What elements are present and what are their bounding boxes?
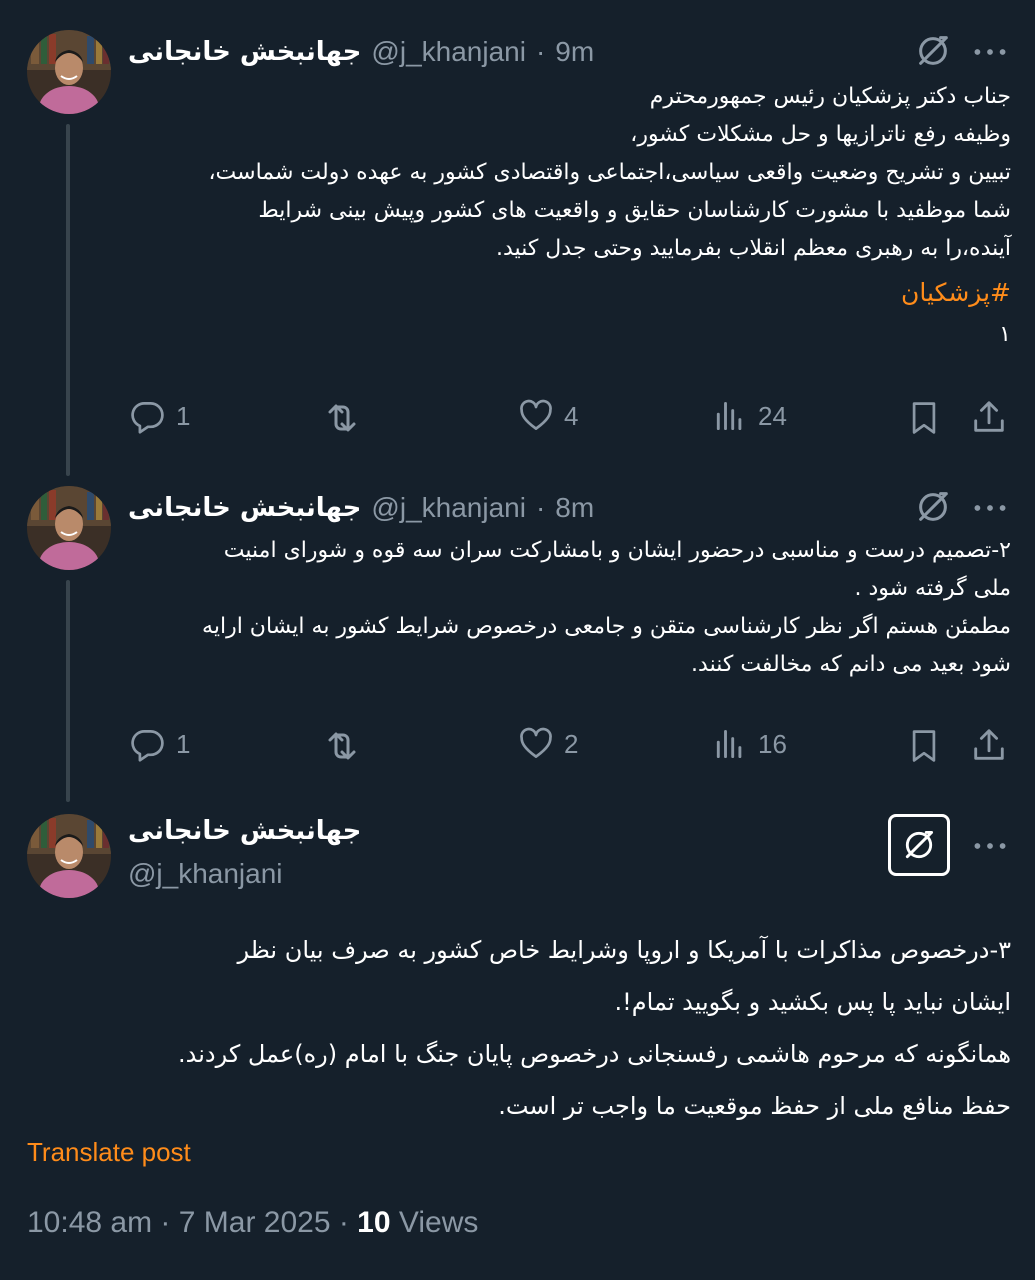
share-icon xyxy=(970,726,1008,764)
text-line: وظیفه رفع ناترازیها و حل مشکلات کشور، xyxy=(630,122,1011,147)
text-line: ۲-تصمیم درست و مناسبی درحضور ایشان و بام… xyxy=(223,538,1011,563)
tweet-header: جهانبخش خانجانی @j_khanjani · 8m xyxy=(128,486,594,530)
avatar[interactable] xyxy=(27,30,111,114)
avatar-image xyxy=(27,30,111,114)
tweet-time[interactable]: 9m xyxy=(555,36,594,68)
reply-button[interactable]: 1 xyxy=(130,726,190,762)
author-name[interactable]: جهانبخش خانجانی xyxy=(128,493,361,523)
bookmark-icon xyxy=(906,398,942,438)
bookmark-button[interactable] xyxy=(906,726,942,766)
text-line: جناب دکتر پزشکیان رئیس جمهورمحترم xyxy=(649,84,1011,109)
thread-line xyxy=(66,124,70,476)
separator-dot: · xyxy=(535,492,546,523)
retweet-icon xyxy=(322,726,362,766)
reply-count: 1 xyxy=(176,400,191,431)
tweet-text: ۳-درخصوص مذاکرات با آمریکا و اروپا وشرای… xyxy=(21,924,1011,1132)
like-button[interactable]: 2 xyxy=(518,726,578,762)
like-count: 4 xyxy=(564,400,579,431)
retweet-icon xyxy=(322,398,362,438)
text-line: مطمئن هستم اگر نظر کارشناسی متقن و جامعی… xyxy=(202,614,1011,639)
avatar-image xyxy=(27,486,111,570)
author-handle[interactable]: @j_khanjani xyxy=(371,36,526,68)
tweet-header: جهانبخش خانجانی @j_khanjani · 9m xyxy=(128,30,594,74)
more-icon[interactable] xyxy=(972,840,1008,852)
grok-icon[interactable] xyxy=(914,32,952,70)
text-line: همانگونه که مرحوم هاشمی رفسنجانی درخصوص … xyxy=(177,1040,1011,1068)
grok-icon[interactable] xyxy=(914,488,952,526)
text-line: شود بعید می دانم که مخالفت کنند. xyxy=(691,652,1011,677)
author-name[interactable]: جهانبخش خانجانی xyxy=(128,816,361,846)
like-button[interactable]: 4 xyxy=(518,398,578,434)
retweet-button[interactable] xyxy=(322,398,362,438)
tweet-text: جناب دکتر پزشکیان رئیس جمهورمحترم وظیفه … xyxy=(111,78,1011,354)
avatar[interactable] xyxy=(27,814,111,898)
author-handle[interactable]: @j_khanjani xyxy=(371,492,526,524)
views-count: 16 xyxy=(758,728,787,759)
thread-line xyxy=(66,580,70,802)
views-button[interactable]: 24 xyxy=(712,398,787,434)
timestamp-text[interactable]: 10:48 am · 7 Mar 2025 · xyxy=(27,1206,357,1239)
bookmark-icon xyxy=(906,726,942,766)
reply-count: 1 xyxy=(176,728,191,759)
like-icon xyxy=(518,398,554,434)
tweet-time[interactable]: 8m xyxy=(555,492,594,524)
hashtag-link[interactable]: #پزشکیان xyxy=(111,274,1011,312)
text-line: آینده،را به رهبری معظم انقلاب بفرمایید و… xyxy=(496,236,1011,261)
author-name[interactable]: جهانبخش خانجانی xyxy=(128,37,361,67)
text-line: شما موظفید با مشورت کارشناسان حقایق و وا… xyxy=(258,198,1011,223)
reply-icon xyxy=(130,398,166,434)
views-button[interactable]: 16 xyxy=(712,726,787,762)
share-icon xyxy=(970,398,1008,436)
views-icon xyxy=(712,398,748,434)
text-line: ۳-درخصوص مذاکرات با آمریکا و اروپا وشرای… xyxy=(237,936,1012,964)
more-icon[interactable] xyxy=(972,502,1008,514)
share-button[interactable] xyxy=(970,398,1008,436)
views-count: 10 xyxy=(357,1206,391,1239)
post-timestamp: 10:48 am · 7 Mar 2025 · 10 Views xyxy=(27,1206,478,1240)
share-button[interactable] xyxy=(970,726,1008,764)
separator-dot: · xyxy=(535,36,546,67)
text-line: تبیین و تشریح وضعیت واقعی سیاسی،اجتماعی … xyxy=(208,160,1011,185)
author-handle[interactable]: @j_khanjani xyxy=(128,858,283,890)
text-line: ایشان نباید پا پس بکشید و بگویید تمام!. xyxy=(614,988,1011,1016)
views-label: Views xyxy=(390,1206,479,1239)
reply-icon xyxy=(130,726,166,762)
tweet-text: ۲-تصمیم درست و مناسبی درحضور ایشان و بام… xyxy=(111,532,1011,684)
translate-post-link[interactable]: Translate post xyxy=(27,1137,191,1168)
more-icon[interactable] xyxy=(972,46,1008,58)
grok-icon xyxy=(901,827,937,863)
reply-button[interactable]: 1 xyxy=(130,398,190,434)
text-line: ملی گرفته شود . xyxy=(854,576,1011,601)
avatar[interactable] xyxy=(27,486,111,570)
thread-number: ۱ xyxy=(999,322,1011,347)
avatar-image xyxy=(27,814,111,898)
text-line: حفظ منافع ملی از حفظ موقعیت ما واجب تر ا… xyxy=(498,1092,1011,1120)
views-icon xyxy=(712,726,748,762)
retweet-button[interactable] xyxy=(322,726,362,766)
like-icon xyxy=(518,726,554,762)
grok-button[interactable] xyxy=(888,814,950,876)
bookmark-button[interactable] xyxy=(906,398,942,438)
views-count: 24 xyxy=(758,400,787,431)
like-count: 2 xyxy=(564,728,579,759)
